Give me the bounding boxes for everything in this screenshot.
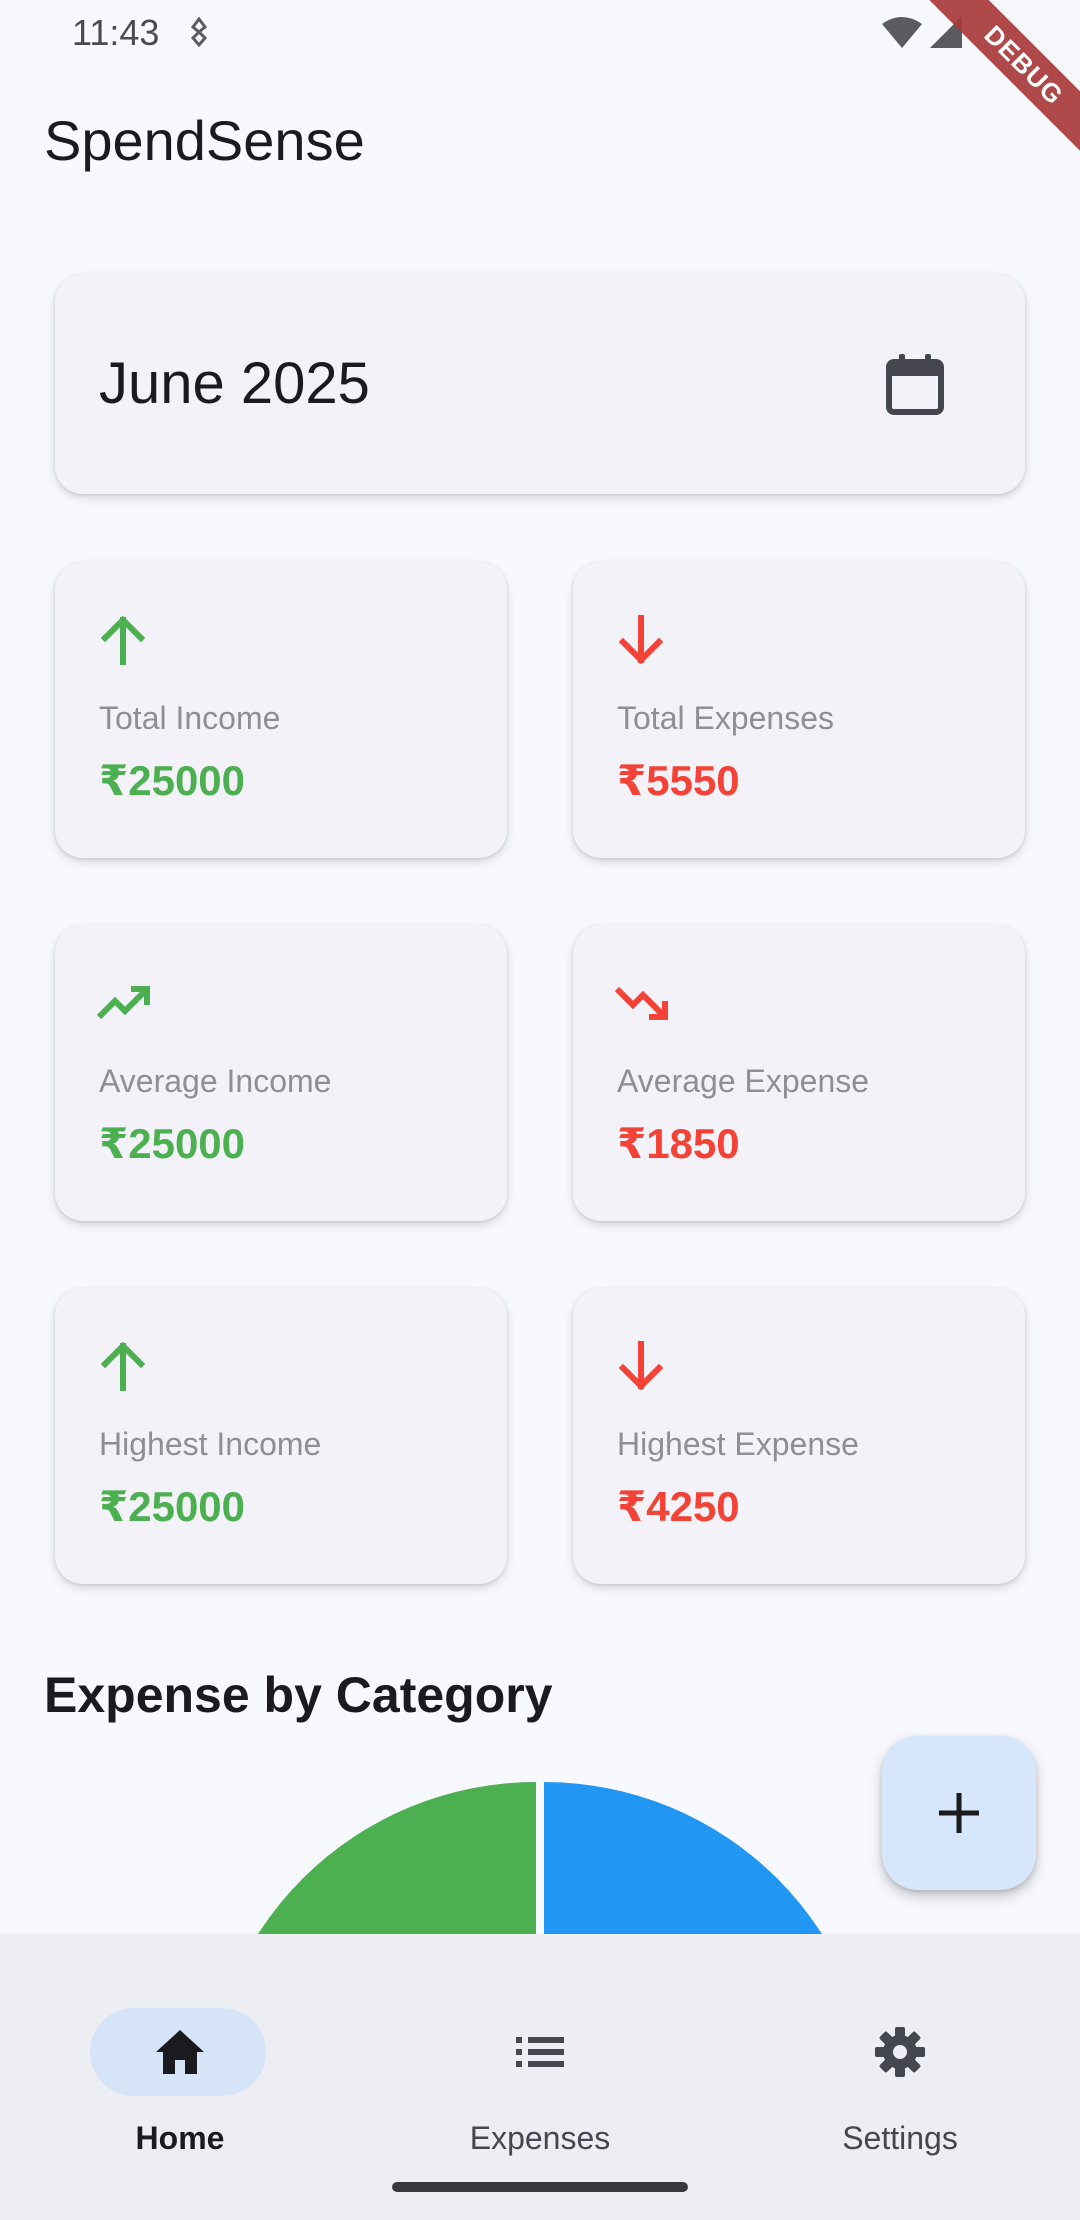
nav-label-home: Home [135, 2120, 225, 2156]
average-expense-value: ₹1850 [617, 1120, 740, 1167]
total-income-value: ₹25000 [99, 757, 246, 804]
total-income-card: Total Income ₹25000 [55, 562, 507, 858]
highest-income-value: ₹25000 [99, 1483, 246, 1530]
calendar-icon[interactable] [885, 352, 945, 416]
status-time: 11:43 [72, 12, 160, 53]
plus-icon [939, 1793, 979, 1833]
average-income-card: Average Income ₹25000 [55, 925, 507, 1221]
trending-up-icon [96, 986, 150, 1020]
highest-income-card: Highest Income ₹25000 [55, 1288, 507, 1584]
nav-item-settings[interactable]: Settings [750, 1972, 1050, 2156]
pie-slice-green [258, 1782, 536, 1934]
highest-expense-label: Highest Expense [617, 1426, 859, 1462]
pie-slice-blue [544, 1782, 822, 1934]
nav-label-settings: Settings [842, 2120, 958, 2156]
list-icon [516, 2037, 564, 2067]
average-expense-card: Average Expense ₹1850 [573, 925, 1025, 1221]
section-title: Expense by Category [44, 1667, 553, 1723]
arrow-up-icon [100, 1341, 146, 1391]
total-expenses-value: ₹5550 [617, 757, 740, 804]
bottom-navigation: Home Expenses Settings [0, 1934, 1080, 2220]
month-label: June 2025 [99, 351, 370, 416]
wifi-icon [882, 17, 922, 48]
average-income-value: ₹25000 [99, 1120, 246, 1167]
nav-item-expenses[interactable]: Expenses [390, 1972, 690, 2156]
highest-expense-card: Highest Expense ₹4250 [573, 1288, 1025, 1584]
add-expense-button[interactable] [882, 1736, 1036, 1890]
status-bar: 11:43 [0, 0, 1080, 64]
highest-income-label: Highest Income [99, 1426, 322, 1462]
app-title: SpendSense [44, 109, 365, 172]
arrow-up-icon [100, 615, 146, 665]
gear-icon [875, 2027, 925, 2077]
nav-item-home[interactable]: Home [30, 1972, 330, 2156]
arrow-down-icon [618, 1341, 664, 1391]
arrow-down-icon [618, 615, 664, 665]
total-expenses-card: Total Expenses ₹5550 [573, 562, 1025, 858]
total-income-label: Total Income [99, 700, 281, 736]
nav-label-expenses: Expenses [469, 2120, 611, 2156]
home-indicator[interactable] [392, 2182, 688, 2192]
average-income-label: Average Income [99, 1063, 332, 1099]
average-expense-label: Average Expense [617, 1063, 870, 1099]
trending-down-icon [614, 986, 668, 1020]
home-icon [156, 2030, 204, 2074]
vibrate-icon [190, 16, 208, 48]
total-expenses-label: Total Expenses [617, 700, 835, 736]
screen: 11:43 DEBUG SpendSense June 2025 Total I… [0, 0, 1080, 2220]
month-selector[interactable]: June 2025 [55, 274, 1025, 494]
highest-expense-value: ₹4250 [617, 1483, 740, 1530]
